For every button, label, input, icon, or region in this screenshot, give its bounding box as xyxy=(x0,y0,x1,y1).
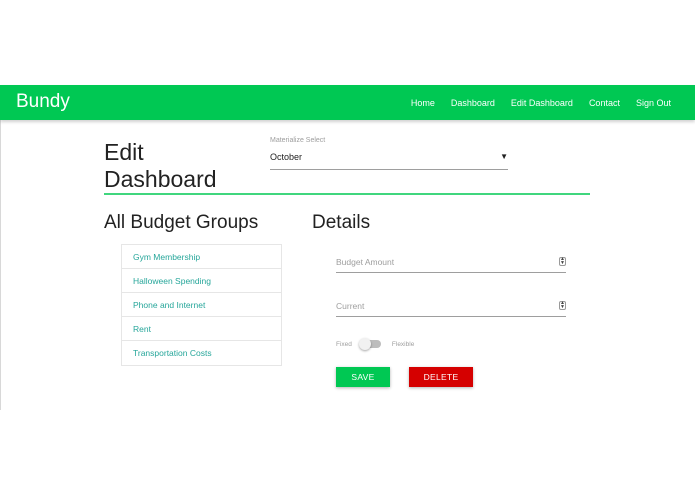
number-spinner-icon[interactable]: ▲ ▼ xyxy=(559,301,566,310)
nav-link-contact[interactable]: Contact xyxy=(589,98,620,108)
left-border xyxy=(0,120,1,410)
toggle-switch[interactable] xyxy=(358,338,381,350)
current-field[interactable]: Current ▲ ▼ xyxy=(336,297,566,317)
month-select-label: Materialize Select xyxy=(270,137,326,144)
current-underline xyxy=(336,316,566,317)
nav-link-home[interactable]: Home xyxy=(411,98,435,108)
nav-link-edit-dashboard[interactable]: Edit Dashboard xyxy=(511,98,573,108)
month-select-value[interactable]: October xyxy=(270,152,302,162)
number-spinner-icon[interactable]: ▲ ▼ xyxy=(559,257,566,266)
budget-group-halloween-spending[interactable]: Halloween Spending xyxy=(122,269,281,293)
budget-amount-field[interactable]: Budget Amount ▲ ▼ xyxy=(336,253,566,273)
month-select-underline xyxy=(270,169,508,170)
budget-amount-underline xyxy=(336,272,566,273)
budget-group-phone-and-internet[interactable]: Phone and Internet xyxy=(122,293,281,317)
budget-group-rent[interactable]: Rent xyxy=(122,317,281,341)
details-heading: Details xyxy=(312,212,371,233)
budget-groups-heading: All Budget Groups xyxy=(104,212,259,233)
nav-link-dashboard[interactable]: Dashboard xyxy=(451,98,495,108)
fixed-flexible-switch: Fixed Flexible xyxy=(336,338,414,350)
header-divider xyxy=(104,193,590,195)
switch-label-fixed: Fixed xyxy=(336,340,352,348)
budget-group-list: Gym Membership Halloween Spending Phone … xyxy=(121,244,282,366)
switch-label-flexible: Flexible xyxy=(391,340,415,348)
budget-group-transportation-costs[interactable]: Transportation Costs xyxy=(122,341,281,365)
nav-link-sign-out[interactable]: Sign Out xyxy=(636,98,671,108)
budget-group-gym-membership[interactable]: Gym Membership xyxy=(122,245,281,269)
page-title: Edit Dashboard xyxy=(104,139,217,192)
delete-button[interactable]: DELETE xyxy=(409,367,473,387)
navbar: Bundy Home Dashboard Edit Dashboard Cont… xyxy=(0,85,695,120)
brand-logo[interactable]: Bundy xyxy=(16,91,70,113)
dropdown-arrow-icon[interactable]: ▼ xyxy=(500,152,508,161)
nav-links: Home Dashboard Edit Dashboard Contact Si… xyxy=(411,85,671,120)
current-placeholder: Current xyxy=(336,301,365,311)
month-select[interactable]: Materialize Select October ▼ xyxy=(270,137,508,171)
toggle-knob[interactable] xyxy=(358,338,371,350)
page: Bundy Home Dashboard Edit Dashboard Cont… xyxy=(0,0,695,494)
save-button[interactable]: SAVE xyxy=(336,367,390,387)
budget-amount-placeholder: Budget Amount xyxy=(336,257,395,267)
